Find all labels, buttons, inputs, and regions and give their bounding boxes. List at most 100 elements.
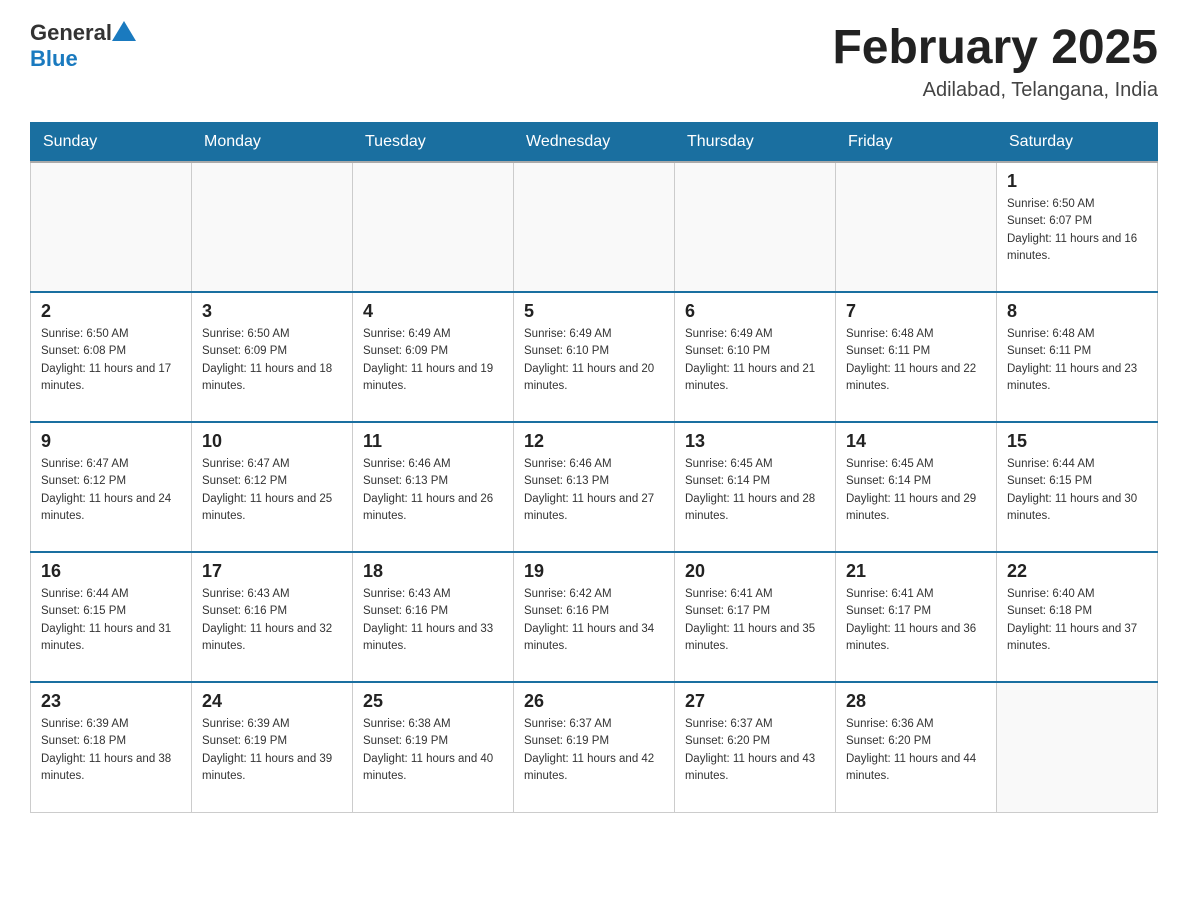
calendar-cell: 23 Sunrise: 6:39 AMSunset: 6:18 PMDayligh…	[31, 682, 192, 812]
days-header-row: SundayMondayTuesdayWednesdayThursdayFrid…	[31, 123, 1158, 163]
day-number: 28	[846, 691, 986, 712]
week-row-5: 23 Sunrise: 6:39 AMSunset: 6:18 PMDayligh…	[31, 682, 1158, 812]
calendar-cell	[31, 162, 192, 292]
day-number: 17	[202, 561, 342, 582]
day-info: Sunrise: 6:40 AMSunset: 6:18 PMDaylight:…	[1007, 586, 1147, 655]
day-number: 2	[41, 301, 181, 322]
day-number: 4	[363, 301, 503, 322]
day-number: 13	[685, 431, 825, 452]
day-number: 16	[41, 561, 181, 582]
calendar-cell: 24 Sunrise: 6:39 AMSunset: 6:19 PMDayligh…	[192, 682, 353, 812]
day-number: 8	[1007, 301, 1147, 322]
day-number: 10	[202, 431, 342, 452]
day-info: Sunrise: 6:44 AMSunset: 6:15 PMDaylight:…	[41, 586, 181, 655]
day-header-tuesday: Tuesday	[353, 123, 514, 163]
calendar-cell: 10 Sunrise: 6:47 AMSunset: 6:12 PMDayligh…	[192, 422, 353, 552]
logo-triangle-icon	[112, 21, 136, 41]
day-info: Sunrise: 6:39 AMSunset: 6:19 PMDaylight:…	[202, 716, 342, 785]
calendar-cell: 2 Sunrise: 6:50 AMSunset: 6:08 PMDaylight…	[31, 292, 192, 422]
calendar-cell: 21 Sunrise: 6:41 AMSunset: 6:17 PMDayligh…	[836, 552, 997, 682]
calendar-cell: 8 Sunrise: 6:48 AMSunset: 6:11 PMDaylight…	[997, 292, 1158, 422]
title-area: February 2025 Adilabad, Telangana, India	[832, 20, 1158, 102]
day-info: Sunrise: 6:41 AMSunset: 6:17 PMDaylight:…	[685, 586, 825, 655]
week-row-4: 16 Sunrise: 6:44 AMSunset: 6:15 PMDayligh…	[31, 552, 1158, 682]
week-row-3: 9 Sunrise: 6:47 AMSunset: 6:12 PMDaylight…	[31, 422, 1158, 552]
day-number: 11	[363, 431, 503, 452]
day-info: Sunrise: 6:48 AMSunset: 6:11 PMDaylight:…	[1007, 326, 1147, 395]
day-info: Sunrise: 6:41 AMSunset: 6:17 PMDaylight:…	[846, 586, 986, 655]
day-header-monday: Monday	[192, 123, 353, 163]
day-number: 24	[202, 691, 342, 712]
day-info: Sunrise: 6:45 AMSunset: 6:14 PMDaylight:…	[685, 456, 825, 525]
day-number: 20	[685, 561, 825, 582]
calendar-cell: 6Sunrise: 6:49 AMSunset: 6:10 PMDaylight…	[675, 292, 836, 422]
day-number: 5	[524, 301, 664, 322]
calendar-cell: 28 Sunrise: 6:36 AMSunset: 6:20 PMDayligh…	[836, 682, 997, 812]
day-info: Sunrise: 6:50 AMSunset: 6:08 PMDaylight:…	[41, 326, 181, 395]
calendar-cell	[675, 162, 836, 292]
day-info: Sunrise: 6:46 AMSunset: 6:13 PMDaylight:…	[363, 456, 503, 525]
calendar-cell	[514, 162, 675, 292]
calendar-cell: 4 Sunrise: 6:49 AMSunset: 6:09 PMDaylight…	[353, 292, 514, 422]
calendar-cell: 20 Sunrise: 6:41 AMSunset: 6:17 PMDayligh…	[675, 552, 836, 682]
day-number: 26	[524, 691, 664, 712]
logo-top: General	[30, 20, 136, 46]
day-number: 7	[846, 301, 986, 322]
calendar-cell: 9Sunrise: 6:47 AMSunset: 6:12 PMDaylight…	[31, 422, 192, 552]
day-header-friday: Friday	[836, 123, 997, 163]
calendar-cell: 11 Sunrise: 6:46 AMSunset: 6:13 PMDayligh…	[353, 422, 514, 552]
calendar-cell: 13 Sunrise: 6:45 AMSunset: 6:14 PMDayligh…	[675, 422, 836, 552]
day-info: Sunrise: 6:49 AMSunset: 6:10 PMDaylight:…	[685, 326, 825, 395]
day-info: Sunrise: 6:49 AMSunset: 6:09 PMDaylight:…	[363, 326, 503, 395]
day-number: 21	[846, 561, 986, 582]
day-info: Sunrise: 6:43 AMSunset: 6:16 PMDaylight:…	[202, 586, 342, 655]
logo-general-text: General	[30, 20, 112, 46]
calendar-cell: 14Sunrise: 6:45 AMSunset: 6:14 PMDayligh…	[836, 422, 997, 552]
day-number: 1	[1007, 171, 1147, 192]
calendar-cell: 25Sunrise: 6:38 AMSunset: 6:19 PMDayligh…	[353, 682, 514, 812]
day-info: Sunrise: 6:43 AMSunset: 6:16 PMDaylight:…	[363, 586, 503, 655]
day-header-wednesday: Wednesday	[514, 123, 675, 163]
day-info: Sunrise: 6:42 AMSunset: 6:16 PMDaylight:…	[524, 586, 664, 655]
day-number: 18	[363, 561, 503, 582]
day-info: Sunrise: 6:36 AMSunset: 6:20 PMDaylight:…	[846, 716, 986, 785]
day-header-sunday: Sunday	[31, 123, 192, 163]
day-info: Sunrise: 6:45 AMSunset: 6:14 PMDaylight:…	[846, 456, 986, 525]
day-info: Sunrise: 6:37 AMSunset: 6:20 PMDaylight:…	[685, 716, 825, 785]
calendar-cell: 16 Sunrise: 6:44 AMSunset: 6:15 PMDayligh…	[31, 552, 192, 682]
location-title: Adilabad, Telangana, India	[832, 79, 1158, 102]
day-header-saturday: Saturday	[997, 123, 1158, 163]
day-number: 3	[202, 301, 342, 322]
day-info: Sunrise: 6:39 AMSunset: 6:18 PMDaylight:…	[41, 716, 181, 785]
calendar-cell: 18 Sunrise: 6:43 AMSunset: 6:16 PMDayligh…	[353, 552, 514, 682]
day-number: 27	[685, 691, 825, 712]
day-info: Sunrise: 6:47 AMSunset: 6:12 PMDaylight:…	[202, 456, 342, 525]
calendar-cell: 5 Sunrise: 6:49 AMSunset: 6:10 PMDaylight…	[514, 292, 675, 422]
day-number: 9	[41, 431, 181, 452]
week-row-1: 1 Sunrise: 6:50 AMSunset: 6:07 PMDaylight…	[31, 162, 1158, 292]
day-number: 19	[524, 561, 664, 582]
day-number: 12	[524, 431, 664, 452]
calendar-cell	[192, 162, 353, 292]
day-number: 22	[1007, 561, 1147, 582]
day-info: Sunrise: 6:48 AMSunset: 6:11 PMDaylight:…	[846, 326, 986, 395]
day-info: Sunrise: 6:38 AMSunset: 6:19 PMDaylight:…	[363, 716, 503, 785]
month-title: February 2025	[832, 20, 1158, 75]
calendar-cell: 12Sunrise: 6:46 AMSunset: 6:13 PMDayligh…	[514, 422, 675, 552]
day-number: 15	[1007, 431, 1147, 452]
day-info: Sunrise: 6:49 AMSunset: 6:10 PMDaylight:…	[524, 326, 664, 395]
calendar-cell: 22 Sunrise: 6:40 AMSunset: 6:18 PMDayligh…	[997, 552, 1158, 682]
calendar-cell	[836, 162, 997, 292]
day-info: Sunrise: 6:44 AMSunset: 6:15 PMDaylight:…	[1007, 456, 1147, 525]
calendar-cell: 15 Sunrise: 6:44 AMSunset: 6:15 PMDayligh…	[997, 422, 1158, 552]
calendar-cell: 17 Sunrise: 6:43 AMSunset: 6:16 PMDayligh…	[192, 552, 353, 682]
logo-wrapper: General Blue	[30, 20, 136, 72]
calendar-cell: 1 Sunrise: 6:50 AMSunset: 6:07 PMDaylight…	[997, 162, 1158, 292]
week-row-2: 2 Sunrise: 6:50 AMSunset: 6:08 PMDaylight…	[31, 292, 1158, 422]
calendar-table: SundayMondayTuesdayWednesdayThursdayFrid…	[30, 122, 1158, 813]
calendar-cell: 19 Sunrise: 6:42 AMSunset: 6:16 PMDayligh…	[514, 552, 675, 682]
day-info: Sunrise: 6:50 AMSunset: 6:07 PMDaylight:…	[1007, 196, 1147, 265]
day-number: 23	[41, 691, 181, 712]
calendar-cell: 3Sunrise: 6:50 AMSunset: 6:09 PMDaylight…	[192, 292, 353, 422]
day-info: Sunrise: 6:37 AMSunset: 6:19 PMDaylight:…	[524, 716, 664, 785]
